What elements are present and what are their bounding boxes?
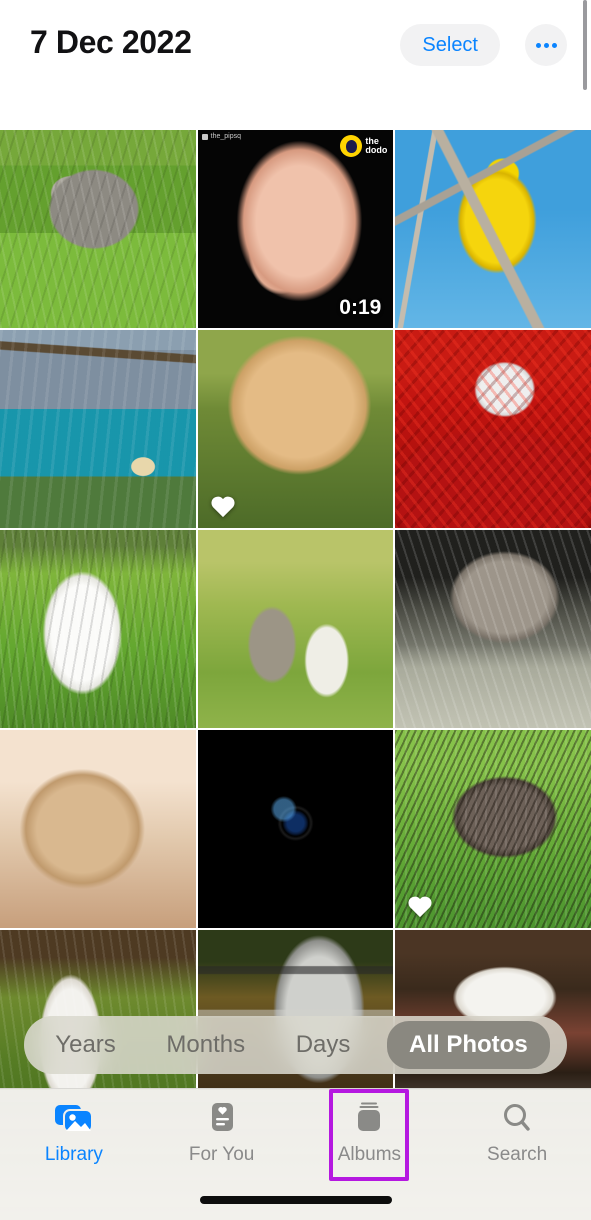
albums-stack-icon [358, 1102, 381, 1131]
tab-albums[interactable]: Albums [299, 1089, 439, 1181]
timeline-scope-segmented-control: Years Months Days All Photos [24, 1016, 567, 1074]
photo-thumbnail [395, 130, 591, 328]
photo-cell[interactable] [0, 730, 196, 928]
navigation-header: 7 Dec 2022 Select [0, 0, 591, 130]
scroll-indicator[interactable] [583, 0, 587, 90]
favorite-heart-icon [211, 496, 235, 518]
photo-cell[interactable] [395, 130, 591, 328]
photo-cell[interactable] [197, 730, 394, 928]
segment-all-photos[interactable]: All Photos [387, 1021, 550, 1069]
photo-cell[interactable]: the_pipsq the dodo 0:19 [197, 130, 394, 328]
photos-app-screen: 7 Dec 2022 Select the_pipsq the dodo 0:19 Y… [0, 0, 591, 1220]
favorite-heart-icon [408, 896, 432, 918]
home-indicator [199, 1196, 392, 1204]
photo-cell[interactable] [395, 330, 591, 528]
photo-thumbnail [0, 530, 196, 728]
for-you-card-icon [211, 1103, 233, 1131]
segment-years[interactable]: Years [41, 1023, 130, 1067]
ellipsis-icon [543, 42, 549, 48]
tab-library[interactable]: Library [4, 1101, 144, 1166]
ellipsis-icon [535, 42, 541, 48]
photo-thumbnail [395, 330, 591, 528]
photo-cell[interactable] [0, 330, 196, 528]
photo-grid: the_pipsq the dodo 0:19 [0, 130, 591, 1090]
photo-thumbnail [395, 530, 591, 728]
tab-search[interactable]: Search [447, 1101, 587, 1166]
photo-thumbnail [197, 530, 394, 728]
magnifier-icon [504, 1104, 530, 1131]
video-handle-text: the_pipsq [210, 133, 242, 140]
segment-days[interactable]: Days [282, 1023, 365, 1067]
tab-label: Search [487, 1144, 548, 1165]
photo-cell[interactable] [0, 530, 196, 728]
segment-months[interactable]: Months [152, 1023, 259, 1067]
photo-thumbnail [0, 130, 196, 328]
photo-cell[interactable] [395, 530, 591, 728]
page-title: 7 Dec 2022 [30, 24, 192, 60]
photo-cell[interactable] [0, 130, 196, 328]
watermark-logo: the dodo [340, 135, 387, 157]
select-button[interactable]: Select [400, 24, 500, 66]
ellipsis-icon [551, 42, 557, 48]
dodo-bird-icon [340, 135, 363, 157]
tab-label: Library [44, 1144, 103, 1165]
watermark-text: the dodo [365, 136, 388, 155]
video-source-handle: the_pipsq [201, 133, 242, 140]
photo-cell[interactable] [197, 530, 394, 728]
photo-thumbnail [0, 730, 196, 928]
tab-label: Albums [337, 1144, 402, 1165]
photo-cell[interactable] [395, 730, 591, 928]
tab-label: For You [188, 1144, 255, 1165]
photo-cell[interactable] [197, 330, 394, 528]
video-duration-badge: 0:19 [339, 296, 382, 319]
tab-for-you[interactable]: For You [152, 1101, 292, 1166]
photo-thumbnail [0, 330, 196, 528]
more-options-button[interactable] [525, 24, 567, 66]
photo-thumbnail [197, 730, 394, 928]
badge-icon [201, 133, 208, 140]
photo-stack-icon [54, 1105, 93, 1133]
